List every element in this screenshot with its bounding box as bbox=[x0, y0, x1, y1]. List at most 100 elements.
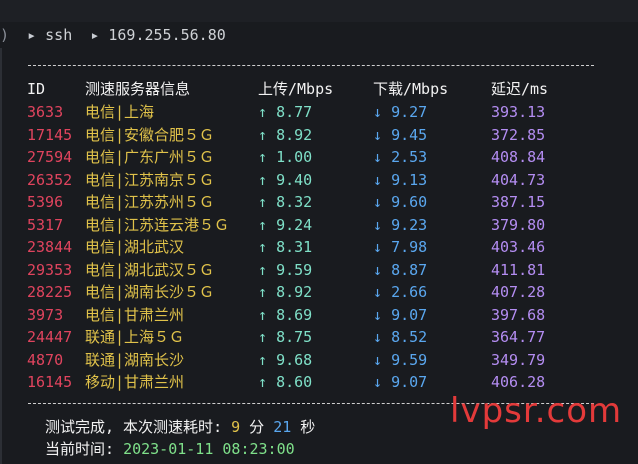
server-id: 4870 bbox=[27, 350, 64, 369]
upload-value: 8.77 bbox=[276, 103, 313, 121]
table-row: 5396 电信|江苏苏州５Ｇ ↑ 8.32 ↓ 9.60 387.15 bbox=[0, 191, 638, 213]
table-row: 16145 移动|甘肃兰州 ↑ 8.60 ↓ 9.07 406.28 bbox=[0, 371, 638, 393]
table-row: 27594 电信|广东广州５Ｇ ↑ 1.00 ↓ 2.53 408.84 bbox=[0, 146, 638, 168]
upload-value: 9.68 bbox=[276, 350, 313, 369]
down-arrow-icon: ↓ bbox=[373, 170, 383, 189]
download-value: 2.66 bbox=[391, 283, 428, 301]
upload-speed: ↑ 8.32 bbox=[258, 191, 312, 213]
server-name: 移动|甘肃兰州 bbox=[85, 373, 185, 391]
upload-speed: ↑ 8.77 bbox=[258, 101, 312, 123]
prompt-host: 169.255.56.80 bbox=[108, 26, 226, 44]
latency-value: 397.68 bbox=[491, 305, 546, 324]
watermark-logo: lvpsr.com bbox=[450, 391, 623, 431]
down-arrow-icon: ↓ bbox=[373, 373, 383, 391]
server-id: 23844 bbox=[27, 238, 73, 256]
server-id: 26352 bbox=[27, 170, 73, 189]
up-arrow-icon: ↑ bbox=[258, 305, 268, 324]
download-value: 9.07 bbox=[391, 373, 428, 391]
download-speed: ↓ 2.53 bbox=[373, 146, 427, 168]
latency-value: 393.13 bbox=[491, 103, 546, 121]
up-arrow-icon: ↑ bbox=[258, 260, 268, 279]
download-value: 9.27 bbox=[391, 103, 428, 121]
download-speed: ↓ 9.45 bbox=[373, 124, 427, 146]
down-arrow-icon: ↓ bbox=[373, 283, 383, 301]
server-name: 联通|湖南长沙 bbox=[85, 350, 185, 369]
server-name: 电信|上海 bbox=[85, 103, 155, 121]
table-row: 24447 联通|上海５Ｇ ↑ 8.75 ↓ 8.52 364.77 bbox=[0, 326, 638, 348]
download-value: 9.59 bbox=[391, 350, 428, 369]
upload-value: 8.60 bbox=[276, 373, 313, 391]
current-time-label: 当前时间: bbox=[45, 440, 124, 458]
upload-speed: ↑ 1.00 bbox=[258, 146, 312, 168]
up-arrow-icon: ↑ bbox=[258, 148, 268, 166]
down-arrow-icon: ↓ bbox=[373, 350, 383, 369]
upload-value: 8.31 bbox=[276, 238, 313, 256]
down-arrow-icon: ↓ bbox=[373, 193, 383, 211]
upload-speed: ↑ 9.68 bbox=[258, 349, 312, 371]
shell-prompt: ) ▸ ssh ▸ 169.255.56.80 bbox=[0, 24, 638, 46]
download-value: 9.45 bbox=[391, 125, 428, 144]
download-value: 9.07 bbox=[391, 305, 428, 324]
download-speed: ↓ 9.13 bbox=[373, 169, 427, 191]
download-value: 8.87 bbox=[391, 260, 428, 279]
server-name: 电信|甘肃兰州 bbox=[85, 305, 185, 324]
latency-value: 404.73 bbox=[491, 170, 546, 189]
server-id: 5396 bbox=[27, 193, 64, 211]
server-name: 电信|广东广州５Ｇ bbox=[85, 148, 215, 166]
download-value: 7.98 bbox=[391, 238, 428, 256]
server-id: 28225 bbox=[27, 283, 73, 301]
table-row: 23844 电信|湖北武汉 ↑ 8.31 ↓ 7.98 403.46 bbox=[0, 236, 638, 258]
down-arrow-icon: ↓ bbox=[373, 328, 383, 346]
upload-speed: ↑ 9.59 bbox=[258, 259, 312, 281]
server-name: 电信|江苏南京５Ｇ bbox=[85, 170, 215, 189]
table-row: 17145 电信|安徽合肥５Ｇ ↑ 8.92 ↓ 9.45 372.85 bbox=[0, 124, 638, 146]
upload-value: 9.59 bbox=[276, 260, 313, 279]
up-arrow-icon: ↑ bbox=[258, 283, 268, 301]
latency-value: 379.80 bbox=[491, 215, 546, 234]
prompt-paren: ) bbox=[0, 26, 10, 44]
table-row: 3633 电信|上海 ↑ 8.77 ↓ 9.27 393.13 bbox=[0, 101, 638, 123]
server-name: 联通|上海５Ｇ bbox=[85, 328, 185, 346]
upload-value: 8.75 bbox=[276, 328, 313, 346]
server-id: 3633 bbox=[27, 103, 64, 121]
up-arrow-icon: ↑ bbox=[258, 328, 268, 346]
download-speed: ↓ 8.87 bbox=[373, 259, 427, 281]
up-arrow-icon: ↑ bbox=[258, 215, 268, 234]
header-download: 下载/Mbps bbox=[373, 80, 449, 98]
up-arrow-icon: ↑ bbox=[258, 170, 268, 189]
down-arrow-icon: ↓ bbox=[373, 260, 383, 279]
up-arrow-icon: ↑ bbox=[258, 193, 268, 211]
prompt-arrow-icon: ▸ bbox=[27, 26, 37, 44]
upload-speed: ↑ 9.40 bbox=[258, 169, 312, 191]
down-arrow-icon: ↓ bbox=[373, 103, 383, 121]
upload-value: 1.00 bbox=[276, 148, 313, 166]
download-speed: ↓ 9.59 bbox=[373, 349, 427, 371]
latency-value: 364.77 bbox=[491, 328, 546, 346]
download-speed: ↓ 9.23 bbox=[373, 214, 427, 236]
up-arrow-icon: ↑ bbox=[258, 238, 268, 256]
server-name: 电信|湖北武汉５Ｇ bbox=[85, 260, 215, 279]
upload-speed: ↑ 8.92 bbox=[258, 124, 312, 146]
download-speed: ↓ 2.66 bbox=[373, 281, 427, 303]
test-complete-line: 测试完成, 本次测速耗时: 9 分 21 秒 bbox=[45, 416, 315, 438]
upload-speed: ↑ 8.31 bbox=[258, 236, 312, 258]
download-value: 9.60 bbox=[391, 193, 428, 211]
download-value: 2.53 bbox=[391, 148, 428, 166]
download-speed: ↓ 9.07 bbox=[373, 304, 427, 326]
header-latency: 延迟/ms bbox=[491, 80, 549, 98]
up-arrow-icon: ↑ bbox=[258, 125, 268, 144]
download-value: 9.13 bbox=[391, 170, 428, 189]
seconds-unit: 秒 bbox=[291, 418, 316, 436]
header-id: ID bbox=[27, 80, 46, 98]
upload-speed: ↑ 8.75 bbox=[258, 326, 312, 348]
up-arrow-icon: ↑ bbox=[258, 350, 268, 369]
down-arrow-icon: ↓ bbox=[373, 125, 383, 144]
download-speed: ↓ 7.98 bbox=[373, 236, 427, 258]
current-time-value: 2023-01-11 08:23:00 bbox=[123, 440, 295, 458]
latency-value: 406.28 bbox=[491, 373, 546, 391]
upload-speed: ↑ 8.92 bbox=[258, 281, 312, 303]
download-value: 9.23 bbox=[391, 215, 428, 234]
terminal-tab-bar bbox=[0, 0, 638, 22]
server-id: 3973 bbox=[27, 305, 64, 324]
download-speed: ↓ 9.60 bbox=[373, 191, 427, 213]
